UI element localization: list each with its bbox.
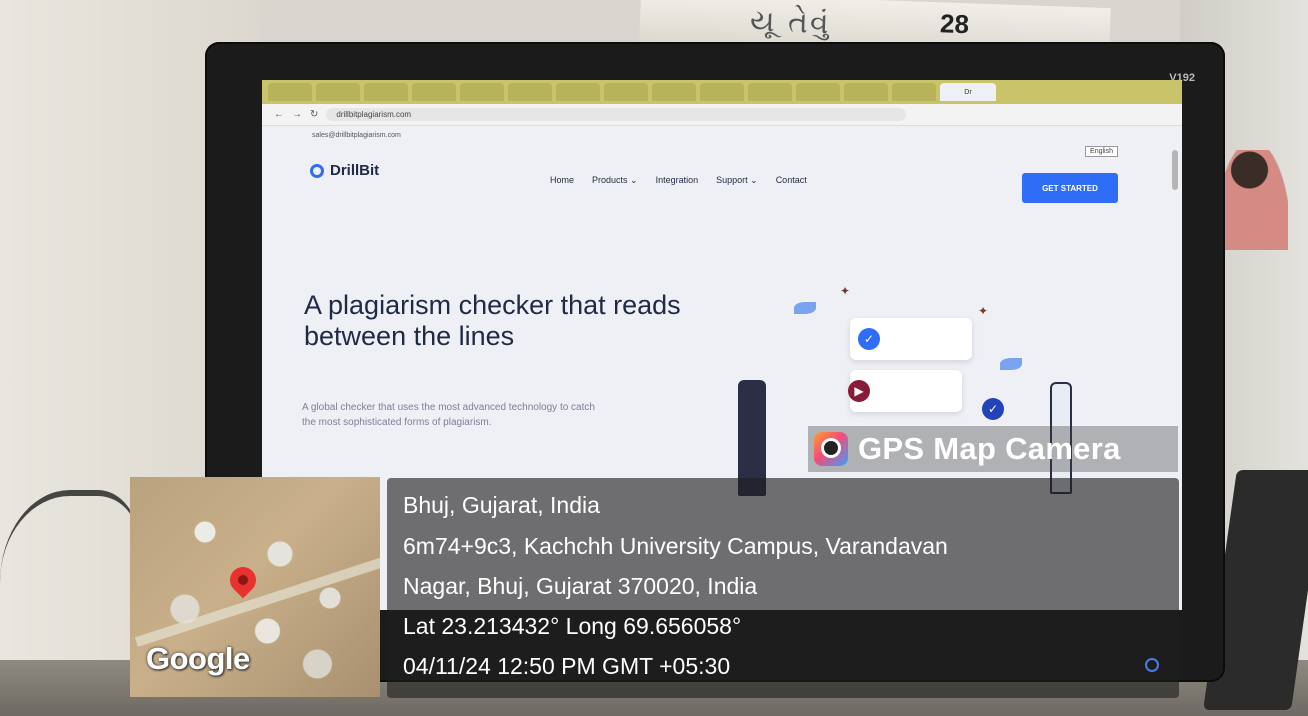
map-pin-icon [224,561,262,599]
browser-tab[interactable] [748,83,792,101]
url-field[interactable]: drillbitplagiarism.com [326,108,907,121]
verified-badge-icon: ✓ [982,398,1004,420]
gps-info-panel: Bhuj, Gujarat, India 6m74+9c3, Kachchh U… [387,478,1179,698]
reload-icon[interactable]: ↻ [310,109,318,120]
gps-address-line1: 6m74+9c3, Kachchh University Campus, Var… [403,533,948,559]
gps-city: Bhuj, Gujarat, India [403,492,600,518]
gps-camera-app-icon [814,432,848,466]
browser-tab[interactable]: Dr [940,83,996,101]
scrollbar[interactable] [1172,150,1178,190]
newspaper-text: યૂ તેવું [749,3,832,42]
gps-datetime: 04/11/24 12:50 PM GMT +05:30 [403,653,731,679]
browser-tab[interactable] [412,83,456,101]
map-road [134,557,380,647]
drillbit-logo-icon [310,163,324,178]
gps-camera-title: GPS Map Camera [858,431,1121,466]
browser-tab[interactable] [556,83,600,101]
nav-home[interactable]: Home [550,175,574,186]
check-badge-icon: ✓ [858,328,880,350]
leaf-decoration-icon [794,302,816,314]
browser-tab-strip: Dr [262,80,1182,104]
hero-subtitle: A global checker that uses the most adva… [302,402,595,428]
leaf-decoration-icon [1000,358,1022,370]
browser-tab[interactable] [268,83,312,101]
language-select[interactable]: English [1085,146,1118,157]
nav-support[interactable]: Support ⌄ [716,175,758,186]
browser-tab[interactable] [316,83,360,101]
nav-contact[interactable]: Contact [776,175,807,186]
browser-tab[interactable] [460,83,504,101]
get-started-button[interactable]: GET STARTED [1022,173,1118,203]
browser-tab[interactable] [892,83,936,101]
cables [0,490,140,676]
google-logo: Google [146,641,250,676]
hero-title: A plagiarism checker that reads between … [304,290,681,351]
nav-integration[interactable]: Integration [656,175,699,186]
play-badge-icon: ▶ [848,380,870,402]
browser-address-bar[interactable]: ← → ↻ drillbitplagiarism.com [262,104,1182,126]
browser-tab[interactable] [604,83,648,101]
back-icon[interactable]: ← [274,109,284,120]
browser-tab[interactable] [652,83,696,101]
gps-camera-header: GPS Map Camera [808,426,1178,472]
browser-tab[interactable] [364,83,408,101]
contact-email[interactable]: sales@drillbitplagiarism.com [312,132,401,139]
sparkle-icon: ✦ [840,284,851,298]
site-logo[interactable]: DrillBit [310,162,379,179]
browser-tab[interactable] [844,83,888,101]
browser-tab[interactable] [796,83,840,101]
site-nav: Home Products ⌄ Integration Support ⌄ Co… [550,175,807,186]
browser-tab[interactable] [508,83,552,101]
background-person [1218,150,1288,250]
satellite-map-thumbnail: Google [130,477,380,697]
gps-coordinates: Lat 23.213432° Long 69.656058° [403,613,742,639]
sparkle-icon: ✦ [978,304,989,318]
forward-icon[interactable]: → [292,109,302,120]
gps-address-line2: Nagar, Bhuj, Gujarat 370020, India [403,573,758,599]
nav-products[interactable]: Products ⌄ [592,175,638,186]
browser-tab[interactable] [700,83,744,101]
power-icon [1145,658,1159,672]
site-brand-name: DrillBit [330,162,380,179]
newspaper-date: 28 [939,8,970,40]
